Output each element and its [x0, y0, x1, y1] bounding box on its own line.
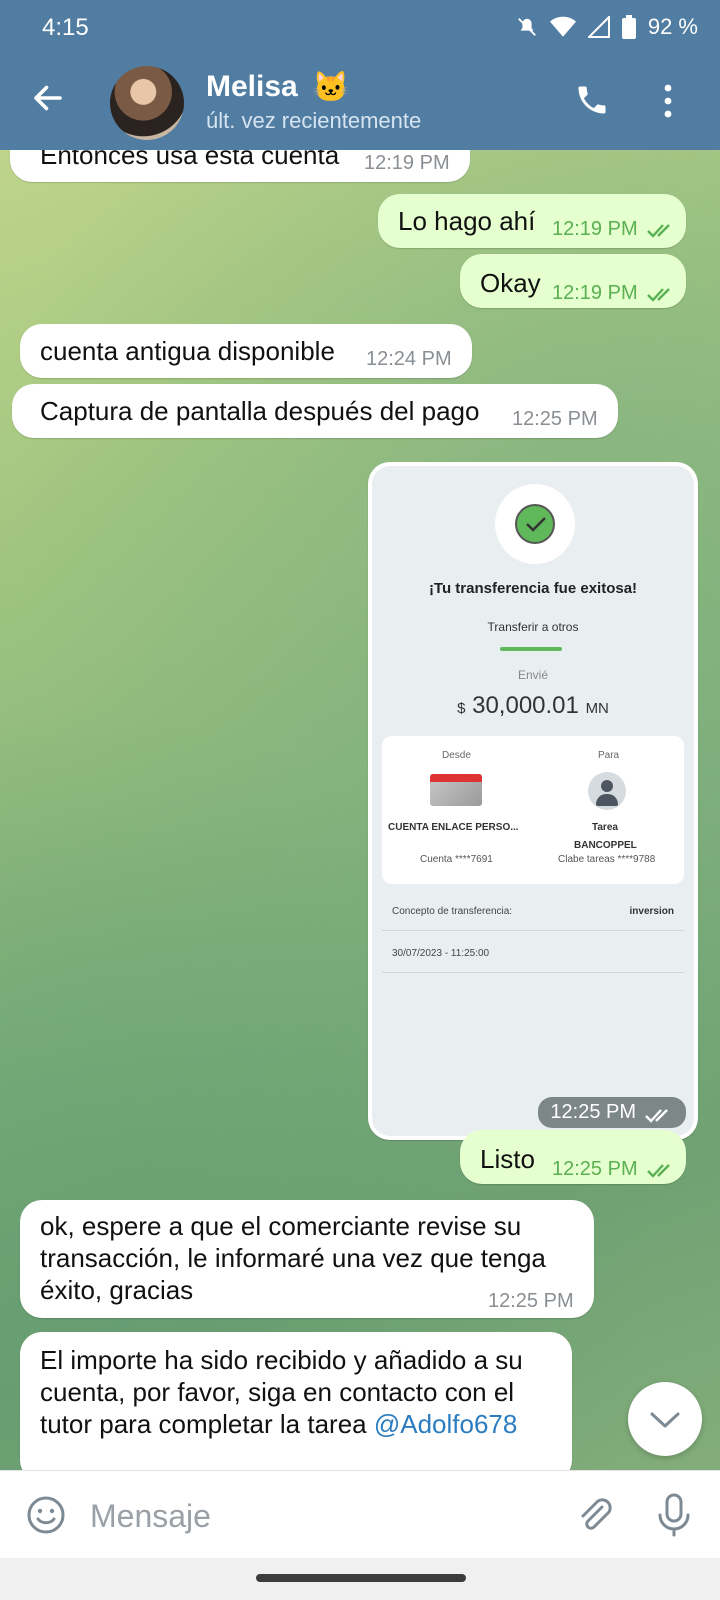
status-time: 4:15: [42, 14, 89, 41]
concept-value: inversion: [629, 906, 674, 917]
contact-status: últ. vez recientemente: [206, 108, 422, 133]
message-line: éxito, gracias: [40, 1275, 194, 1305]
message-line: transacción, le informaré una vez que te…: [40, 1243, 546, 1273]
receipt-underline: [500, 647, 562, 651]
divider: [382, 930, 684, 931]
message-bubble-outgoing[interactable]: Lo hago ahí 12:19 PM: [378, 194, 686, 248]
emoji-icon[interactable]: [26, 1495, 66, 1535]
message-text: ok, espere a que el comerciante revise s…: [40, 1210, 546, 1306]
message-bubble-incoming[interactable]: Captura de pantalla después del pago 12:…: [12, 384, 618, 438]
message-time: 12:19 PM: [552, 218, 638, 240]
to-header: Para: [598, 750, 620, 761]
from-name: CUENTA ENLACE PERSO...: [388, 822, 519, 833]
paperclip-icon[interactable]: [574, 1495, 614, 1535]
scroll-to-bottom-button[interactable]: [628, 1382, 702, 1456]
amount-value: 30,000.01: [472, 692, 579, 719]
system-nav-bar: [0, 1558, 720, 1600]
double-check-icon: [647, 224, 670, 238]
chat-header: 4:15 92 % Melisa 🐱 últ. vez recientement…: [0, 0, 720, 150]
concept-label: Concepto de transferencia:: [392, 906, 513, 917]
success-badge: [495, 484, 575, 564]
user-mention-link[interactable]: @Adolfo678: [374, 1409, 518, 1439]
microphone-icon[interactable]: [656, 1493, 692, 1537]
transfer-receipt-image[interactable]: ¡Tu transferencia fue exitosa! Transferi…: [368, 462, 698, 1140]
transfer-amount: $ 30,000.01 MN: [372, 692, 694, 720]
bank-card-icon: [430, 774, 482, 806]
mute-icon: [517, 18, 536, 36]
message-line: cuenta, por favor, siga en contacto con …: [40, 1377, 515, 1407]
message-time: 12:25 PM: [552, 1158, 638, 1180]
currency-symbol: $: [457, 700, 466, 717]
message-time: 12:19 PM: [364, 152, 450, 174]
from-account: Cuenta ****7691: [420, 854, 493, 865]
receipt-subtitle: Transferir a otros: [487, 620, 579, 634]
double-check-icon: [647, 1164, 670, 1178]
to-bank: BANCOPPEL: [574, 840, 637, 851]
home-indicator[interactable]: [256, 1574, 466, 1582]
contact-emoji: 🐱: [312, 71, 350, 104]
transfer-datetime: 30/07/2023 - 11:25:00: [392, 948, 490, 959]
message-line: ok, espere a que el comerciante revise s…: [40, 1211, 522, 1241]
message-time: 12:25 PM: [550, 1101, 636, 1123]
receipt-body: ¡Tu transferencia fue exitosa! Transferi…: [372, 466, 694, 1136]
divider: [382, 972, 684, 973]
message-time: 12:19 PM: [552, 282, 638, 304]
message-text: El importe ha sido recibido y añadido a …: [40, 1344, 523, 1440]
phone-call-icon[interactable]: [574, 82, 610, 118]
message-time: 12:24 PM: [366, 348, 452, 370]
message-bubble-outgoing[interactable]: Okay 12:19 PM: [460, 254, 686, 308]
battery-icon: [621, 15, 636, 39]
message-bubble-outgoing[interactable]: Listo 12:25 PM: [460, 1130, 686, 1184]
success-check-icon: [515, 504, 555, 544]
message-composer: [0, 1470, 720, 1559]
contact-avatar[interactable]: [110, 66, 184, 140]
sent-label: Envié: [517, 668, 549, 682]
message-line: El importe ha sido recibido y añadido a …: [40, 1345, 523, 1375]
battery-percent: 92 %: [647, 14, 698, 39]
message-text: Lo hago ahí: [398, 206, 536, 236]
message-time: 12:25 PM: [512, 408, 598, 430]
message-time: 12:25 PM: [488, 1290, 574, 1312]
message-text: Captura de pantalla después del pago: [40, 396, 480, 426]
message-text: cuenta antigua disponible: [40, 336, 335, 366]
message-bubble-incoming[interactable]: El importe ha sido recibido y añadido a …: [20, 1332, 572, 1482]
double-check-icon: [647, 288, 670, 302]
chevron-down-icon: [650, 1412, 680, 1428]
status-icons: 92 %: [516, 14, 698, 40]
message-text: Listo: [480, 1144, 535, 1174]
currency-code: MN: [585, 700, 609, 717]
more-vertical-icon[interactable]: [664, 84, 672, 118]
signal-icon: [587, 16, 610, 38]
from-header: Desde: [442, 750, 471, 761]
message-text: Okay: [480, 268, 541, 298]
message-input[interactable]: [88, 1493, 552, 1539]
message-bubble-incoming[interactable]: ok, espere a que el comerciante revise s…: [20, 1200, 594, 1318]
message-bubble-incoming[interactable]: cuenta antigua disponible 12:24 PM: [20, 324, 472, 378]
receipt-title: ¡Tu transferencia fue exitosa!: [428, 580, 638, 597]
to-name: Tarea: [592, 822, 618, 833]
image-time-badge: 12:25 PM: [538, 1097, 686, 1128]
back-arrow-icon[interactable]: [30, 80, 66, 116]
contact-name[interactable]: Melisa: [206, 70, 298, 104]
recipient-avatar-icon: [588, 772, 626, 810]
message-line: tutor para completar la tarea: [40, 1409, 367, 1439]
transfer-parties-card: Desde CUENTA ENLACE PERSO... Cuenta ****…: [382, 736, 684, 884]
double-check-icon: [645, 1109, 668, 1123]
wifi-icon: [549, 16, 576, 37]
to-account: Clabe tareas ****9788: [558, 854, 656, 865]
